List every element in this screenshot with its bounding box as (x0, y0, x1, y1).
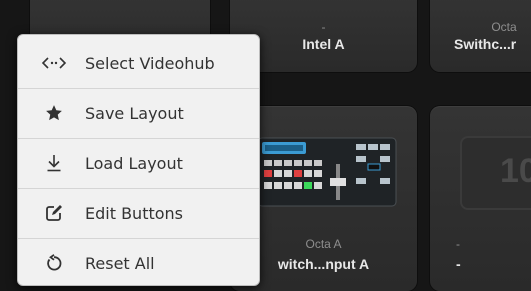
tile-subtitle: - (321, 20, 326, 34)
tile-subtitle: - (456, 237, 460, 251)
router-tile-switcher[interactable]: Octa Swithc...r (430, 0, 531, 72)
menu-item-label: Edit Buttons (85, 203, 183, 223)
menu-item-save-layout[interactable]: Save Layout (18, 88, 259, 139)
star-icon (39, 101, 69, 125)
router-tile-blank[interactable]: 10 - - (430, 106, 531, 291)
menu-item-label: Load Layout (85, 153, 183, 173)
menu-item-reset-all[interactable]: Reset All (18, 238, 259, 285)
code-arrows-icon (39, 51, 69, 75)
device-readout-value: 10 (500, 152, 531, 190)
menu-item-label: Select Videohub (85, 53, 215, 73)
edit-icon (39, 201, 69, 225)
tile-title: Swithc...r (454, 36, 517, 52)
menu-item-select-videohub[interactable]: Select Videohub (18, 38, 259, 89)
tile-subtitle: Octa (491, 20, 517, 34)
options-popup-menu: Select Videohub Save Layout Load Layout … (17, 34, 260, 286)
reset-icon (39, 251, 69, 275)
menu-item-label: Reset All (85, 253, 155, 273)
tile-title: - (456, 256, 461, 272)
device-readout: 10 (460, 136, 531, 210)
menu-item-load-layout[interactable]: Load Layout (18, 138, 259, 189)
atem-switcher-icon (257, 137, 397, 207)
menu-item-label: Save Layout (85, 103, 184, 123)
menu-item-edit-buttons[interactable]: Edit Buttons (18, 188, 259, 239)
download-icon (39, 151, 69, 175)
